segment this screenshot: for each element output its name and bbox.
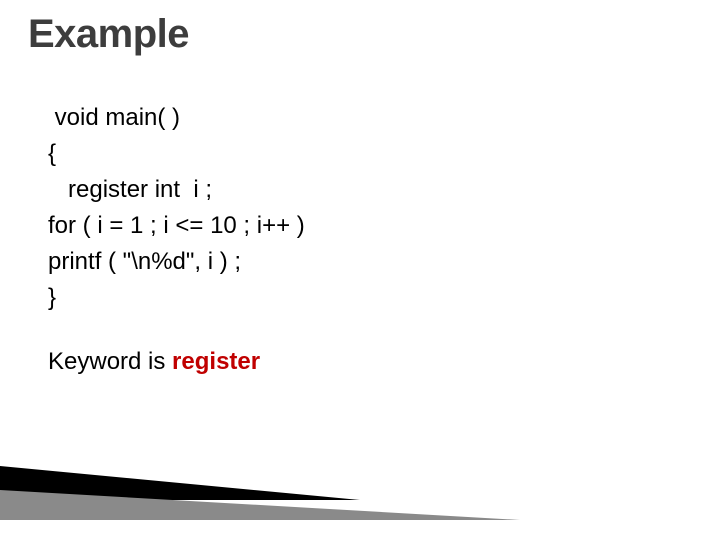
keyword-note: Keyword is register — [48, 344, 305, 380]
note-prefix: Keyword is — [48, 348, 172, 375]
slide-title: Example — [28, 12, 189, 57]
code-line-5: printf ( "\n%d", i ) ; — [48, 244, 305, 280]
slide: Example void main( ) { register int i ; … — [0, 0, 720, 540]
code-line-2: { — [48, 136, 305, 172]
code-line-4: for ( i = 1 ; i <= 10 ; i++ ) — [48, 208, 305, 244]
code-line-6: } — [48, 280, 305, 316]
code-line-3: register int i ; — [48, 172, 305, 208]
note-keyword: register — [172, 348, 260, 375]
slide-body: void main( ) { register int i ; for ( i … — [48, 100, 305, 380]
code-line-1: void main( ) — [48, 100, 305, 136]
